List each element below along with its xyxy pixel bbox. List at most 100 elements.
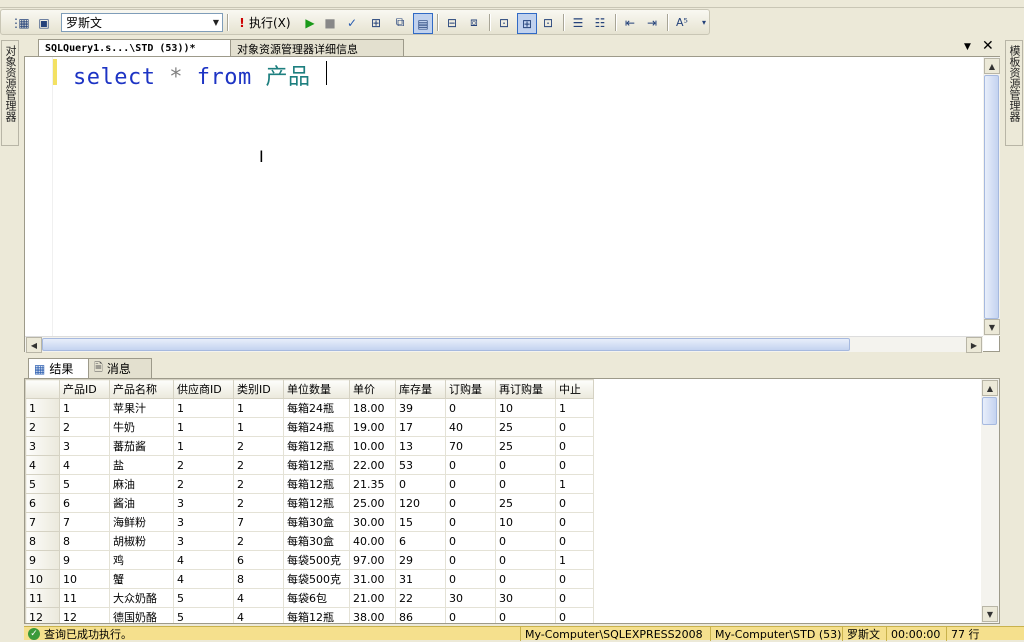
grid-cell[interactable]: 25.00 — [349, 493, 396, 513]
grid-cell[interactable]: 25 — [495, 417, 556, 437]
grid-cell[interactable]: 2 — [233, 474, 284, 494]
grid-cell[interactable]: 5 — [173, 607, 234, 623]
grid-cell[interactable]: 2 — [173, 455, 234, 475]
scroll-left-icon[interactable]: ◀ — [26, 337, 42, 353]
table-row[interactable]: 2 2 牛奶 1 1 每箱24瓶 19.00 17 40 25 0 — [25, 417, 594, 437]
grid-cell[interactable]: 4 — [233, 588, 284, 608]
grid-cell[interactable]: 30 — [445, 588, 496, 608]
grid-cell[interactable]: 1 — [173, 417, 234, 437]
grid-cell[interactable]: 86 — [395, 607, 446, 623]
grid-cell[interactable]: 1 — [555, 550, 594, 570]
results-to-file-icon[interactable]: ▤ — [413, 13, 433, 34]
table-row[interactable]: 3 3 蕃茄酱 1 2 每箱12瓶 10.00 13 70 25 0 — [25, 436, 594, 456]
grid-cell[interactable]: 29 — [395, 550, 446, 570]
grid-cell[interactable]: 每箱12瓶 — [283, 493, 350, 513]
grid-cell[interactable]: 德国奶酪 — [109, 607, 174, 623]
execute-button[interactable]: 执行(X) — [249, 13, 291, 32]
grid-cell[interactable]: 6 — [233, 550, 284, 570]
grid-cell[interactable]: 38.00 — [349, 607, 396, 623]
table-row[interactable]: 5 5 麻油 2 2 每箱12瓶 21.35 0 0 0 1 — [25, 474, 594, 494]
tab-sql-query[interactable]: SQLQuery1.s...\STD (53))* — [38, 39, 246, 57]
grid-cell[interactable]: 4 — [233, 607, 284, 623]
grid-cell[interactable]: 鸡 — [109, 550, 174, 570]
grid-cell[interactable]: 每箱12瓶 — [283, 455, 350, 475]
grid-column-header[interactable]: 单价 — [349, 379, 396, 399]
results-grid[interactable]: 产品ID 产品名称 供应商ID 类别ID 单位数量 单价 库存量 订购量 再订购量 中止 1 1 苹果… — [24, 378, 1000, 624]
grid-cell[interactable]: 2 — [233, 436, 284, 456]
grid-cell[interactable]: 11 — [59, 588, 110, 608]
grid-cell[interactable]: 4 — [59, 455, 110, 475]
grid-cell[interactable]: 大众奶酪 — [109, 588, 174, 608]
grid-cell[interactable]: 1 — [233, 417, 284, 437]
grid-cell[interactable]: 每箱12瓶 — [283, 607, 350, 623]
grid-cell[interactable]: 15 — [395, 512, 446, 532]
scroll-up-icon[interactable]: ▲ — [984, 58, 1000, 74]
table-row[interactable]: 4 4 盐 2 2 每箱12瓶 22.00 53 0 0 0 — [25, 455, 594, 475]
uncomment-lines-icon[interactable]: ☷ — [591, 13, 609, 32]
grid-cell[interactable]: 8 — [233, 569, 284, 589]
grid-cell[interactable]: 7 — [59, 512, 110, 532]
grid-cell[interactable]: 21.35 — [349, 474, 396, 494]
decrease-indent-icon[interactable]: ⇤ — [621, 13, 639, 32]
grid-cell[interactable]: 1 — [555, 398, 594, 418]
grid-cell[interactable]: 胡椒粉 — [109, 531, 174, 551]
table-row[interactable]: 11 11 大众奶酪 5 4 每袋6包 21.00 22 30 30 0 — [25, 588, 594, 608]
scroll-down-icon[interactable]: ▼ — [982, 606, 998, 622]
grid-cell[interactable]: 0 — [495, 455, 556, 475]
grid-row-number[interactable]: 3 — [25, 436, 60, 456]
grid-column-header[interactable]: 类别ID — [233, 379, 284, 399]
stop-icon[interactable]: ■ — [321, 13, 339, 32]
editor-horizontal-scroll-thumb[interactable] — [42, 338, 850, 351]
grid-cell[interactable]: 40.00 — [349, 531, 396, 551]
grid-cell[interactable]: 2 — [59, 417, 110, 437]
query-designer-icon[interactable]: ⧉ — [391, 13, 409, 32]
grid-cell[interactable]: 0 — [495, 474, 556, 494]
debug-play-icon[interactable]: ▶ — [301, 13, 319, 32]
grid-row-number[interactable]: 11 — [25, 588, 60, 608]
grid-cell[interactable]: 21.00 — [349, 588, 396, 608]
grid-cell[interactable]: 每袋6包 — [283, 588, 350, 608]
scroll-up-icon[interactable]: ▲ — [982, 380, 998, 396]
grid-cell[interactable]: 每箱12瓶 — [283, 474, 350, 494]
grid-cell[interactable]: 0 — [395, 474, 446, 494]
grid-cell[interactable]: 25 — [495, 493, 556, 513]
grid-cell[interactable]: 0 — [555, 569, 594, 589]
grid-row-number[interactable]: 10 — [25, 569, 60, 589]
grid-row-number[interactable]: 8 — [25, 531, 60, 551]
grid-cell[interactable]: 0 — [445, 531, 496, 551]
grid-cell[interactable]: 19.00 — [349, 417, 396, 437]
grid-cell[interactable]: 25 — [495, 436, 556, 456]
grid-row-number[interactable]: 5 — [25, 474, 60, 494]
comment-lines-icon[interactable]: ☰ — [569, 13, 587, 32]
grid-row-number[interactable]: 12 — [25, 607, 60, 623]
grid-cell[interactable]: 0 — [445, 455, 496, 475]
grid-cell[interactable]: 10.00 — [349, 436, 396, 456]
table-row[interactable]: 12 12 德国奶酪 5 4 每箱12瓶 38.00 86 0 0 0 — [25, 607, 594, 623]
grid-cell[interactable]: 麻油 — [109, 474, 174, 494]
grid-cell[interactable]: 97.00 — [349, 550, 396, 570]
grid-cell[interactable]: 22 — [395, 588, 446, 608]
grid-cell[interactable]: 1 — [233, 398, 284, 418]
grid-cell[interactable]: 蟹 — [109, 569, 174, 589]
sql-editor[interactable]: select * from 产品 I ▲ ▼ ◀ ▶ — [24, 56, 1000, 353]
results-to-file-alt-icon[interactable]: ⊡ — [539, 13, 557, 32]
grid-column-header[interactable]: 供应商ID — [173, 379, 234, 399]
grid-row-number[interactable]: 1 — [25, 398, 60, 418]
grid-corner-cell[interactable] — [25, 379, 60, 399]
grid-cell[interactable]: 1 — [173, 398, 234, 418]
grid-cell[interactable]: 0 — [555, 512, 594, 532]
table-row[interactable]: 7 7 海鲜粉 3 7 每箱30盒 30.00 15 0 10 0 — [25, 512, 594, 532]
grid-row-number[interactable]: 7 — [25, 512, 60, 532]
grid-cell[interactable]: 0 — [445, 493, 496, 513]
tab-messages[interactable]: 🗎 消息 — [88, 358, 152, 378]
grid-cell[interactable]: 0 — [495, 550, 556, 570]
grid-cell[interactable]: 31 — [395, 569, 446, 589]
grid-cell[interactable]: 每箱24瓶 — [283, 398, 350, 418]
table-row[interactable]: 6 6 酱油 3 2 每箱12瓶 25.00 120 0 25 0 — [25, 493, 594, 513]
grid-cell[interactable]: 12 — [59, 607, 110, 623]
grid-cell[interactable]: 6 — [395, 531, 446, 551]
grid-cell[interactable]: 1 — [555, 474, 594, 494]
grid-cell[interactable]: 每箱30盒 — [283, 512, 350, 532]
grid-cell[interactable]: 0 — [445, 569, 496, 589]
grid-cell[interactable]: 2 — [233, 493, 284, 513]
